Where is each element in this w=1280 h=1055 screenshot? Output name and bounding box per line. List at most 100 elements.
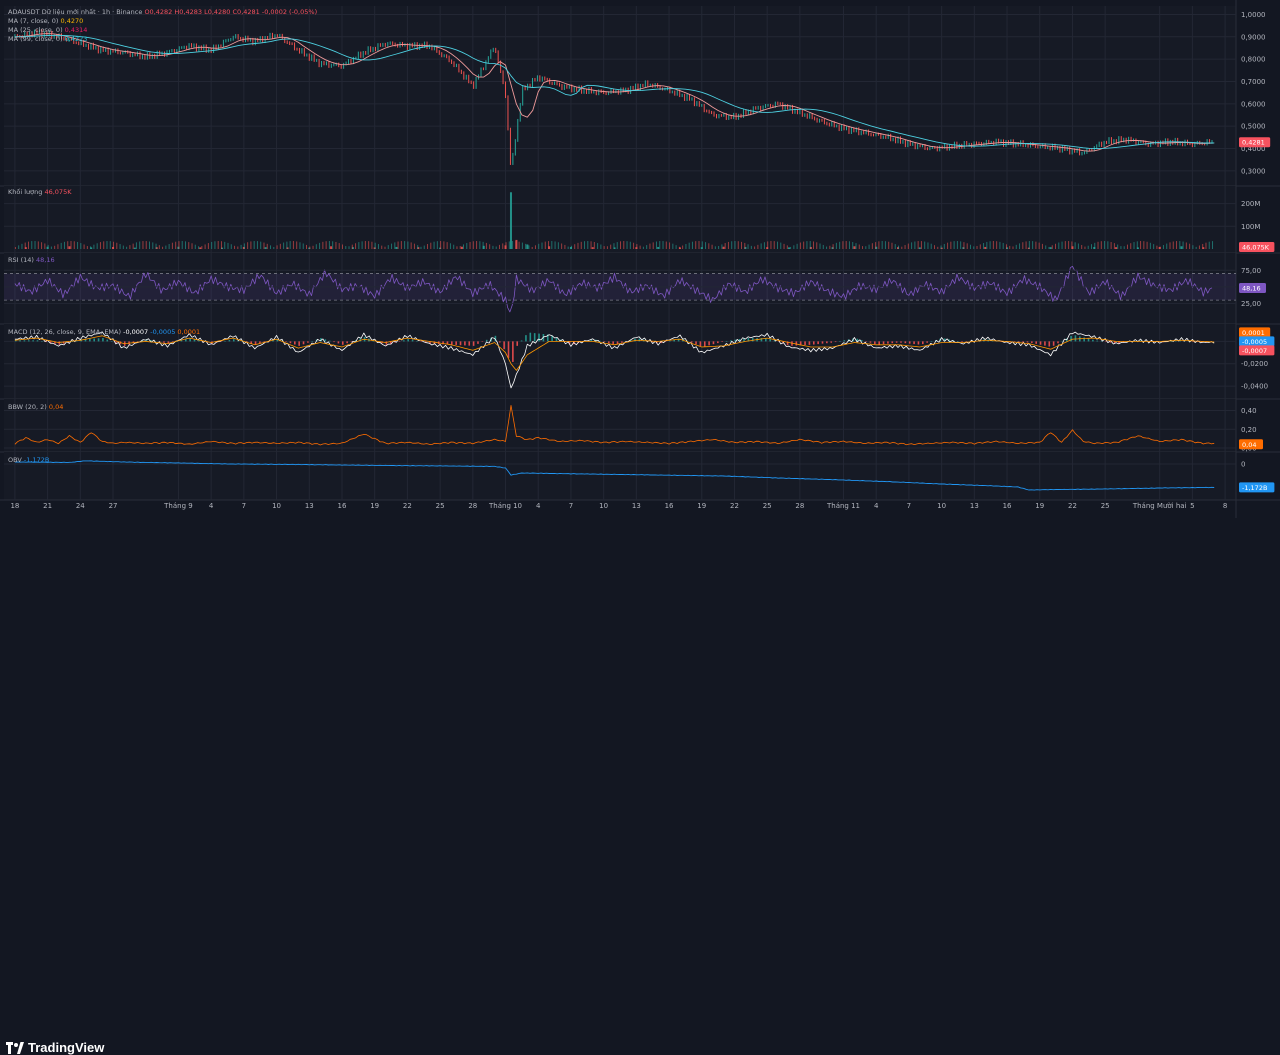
volume-bar xyxy=(829,245,831,249)
x-tick-label: 4 xyxy=(536,502,541,510)
price-legend-ma: MA (25, close, 0) 0,4314 xyxy=(8,26,87,34)
volume-bar xyxy=(374,242,376,249)
volume-bar xyxy=(505,242,507,249)
volume-bar xyxy=(289,241,291,249)
volume-bar xyxy=(201,246,203,249)
volume-bar xyxy=(234,245,236,249)
volume-bar xyxy=(436,241,438,249)
volume-bar xyxy=(482,241,484,249)
obv-last-badge: -1,172B xyxy=(1239,482,1275,493)
macd-histogram-bar xyxy=(874,341,876,345)
macd-histogram-bar xyxy=(32,340,34,342)
macd-legend-text: MACD (12, 26, close, 9, EMA, EMA) -0,000… xyxy=(8,328,200,336)
macd-histogram-bar xyxy=(612,341,614,345)
volume-bar xyxy=(616,242,618,249)
volume-bar xyxy=(427,244,429,249)
macd-histogram-bar xyxy=(420,341,423,342)
volume-bar xyxy=(273,246,275,249)
macd-histogram-bar xyxy=(695,341,697,345)
volume-bar xyxy=(417,245,419,249)
volume-bar xyxy=(855,243,857,249)
volume-bar xyxy=(214,241,216,249)
rsi-y-tick: 25,00 xyxy=(1241,300,1261,308)
volume-bar xyxy=(914,241,916,249)
volume-bar xyxy=(780,242,782,249)
x-tick-label: 13 xyxy=(632,502,641,510)
x-tick-label: 22 xyxy=(1068,502,1077,510)
x-tick-label: 7 xyxy=(907,502,911,510)
macd-histogram-bar xyxy=(455,341,457,345)
volume-bar xyxy=(763,242,765,249)
volume-bar xyxy=(149,241,151,249)
volume-bar xyxy=(377,244,379,249)
volume-bar xyxy=(430,242,432,249)
volume-bar xyxy=(358,242,360,249)
volume-bar xyxy=(858,244,860,249)
chart-canvas[interactable]: 1,0000 0,9000 0,8000 0,7000 0,6000 0,5000 0,40… xyxy=(0,0,1280,518)
macd-histogram-bar xyxy=(1170,341,1173,342)
volume-bar xyxy=(701,241,703,249)
volume-bar xyxy=(247,242,249,249)
volume-last-badge: 46,075K xyxy=(1239,242,1275,252)
macd-histogram-bar xyxy=(398,341,401,342)
volume-bar xyxy=(1104,241,1106,249)
volume-bar xyxy=(1123,246,1125,249)
macd-histogram-bar xyxy=(472,341,475,346)
volume-bar xyxy=(433,241,435,249)
macd-histogram-bar xyxy=(533,333,536,342)
volume-bar xyxy=(1133,242,1135,249)
macd-histogram-bar xyxy=(699,341,702,347)
volume-bar xyxy=(639,245,641,249)
volume-bar xyxy=(1166,243,1168,249)
volume-bar xyxy=(126,246,128,249)
macd-badge-text: 0,0001 xyxy=(1242,329,1265,337)
price-legend-ma-part: 0,4223 xyxy=(63,35,88,43)
volume-bar xyxy=(1077,243,1079,249)
volume-bar xyxy=(109,241,111,249)
volume-bar xyxy=(508,241,510,249)
macd-histogram-bar xyxy=(891,341,894,344)
macd-badge: 0,0001 xyxy=(1239,327,1271,338)
volume-bar xyxy=(460,246,463,249)
volume-bar xyxy=(655,241,657,249)
volume-bar xyxy=(544,241,546,249)
macd-histogram-bar xyxy=(481,341,484,342)
volume-last-badge-text: 46,075K xyxy=(1242,244,1270,252)
volume-bar xyxy=(256,241,258,249)
volume-bar xyxy=(969,244,971,249)
volume-bar xyxy=(198,246,200,249)
bbw-y-tick: 0,20 xyxy=(1241,426,1257,434)
macd-histogram-bar xyxy=(1096,340,1099,342)
macd-histogram-bar xyxy=(1087,338,1090,342)
tradingview-logo[interactable]: TradingView xyxy=(6,1040,104,1055)
volume-bar xyxy=(1064,241,1066,249)
chart-container[interactable]: 1,0000 0,9000 0,8000 0,7000 0,6000 0,5000 0,40… xyxy=(0,0,1280,546)
volume-bar xyxy=(512,241,514,249)
macd-badge-text: -0,0005 xyxy=(1242,338,1267,346)
macd-histogram-bar xyxy=(1044,341,1046,346)
macd-histogram-bar xyxy=(294,341,296,345)
volume-y-tick: 100M xyxy=(1241,223,1260,231)
volume-bar xyxy=(1149,242,1151,249)
volume-bar xyxy=(884,241,886,249)
volume-bar xyxy=(591,247,594,249)
macd-histogram-bar xyxy=(1070,335,1072,342)
volume-bar xyxy=(806,241,808,249)
macd-histogram-bar xyxy=(285,341,287,342)
volume-bar xyxy=(1182,241,1184,249)
price-legend-main-part: C0,4281 xyxy=(230,8,259,16)
volume-bar xyxy=(90,246,92,249)
volume-bar xyxy=(99,242,101,249)
volume-bar xyxy=(466,243,468,249)
macd-histogram-bar xyxy=(708,341,710,346)
bbw-last-badge: 0,04 xyxy=(1239,439,1263,450)
volume-bar xyxy=(983,243,985,249)
volume-bar xyxy=(960,241,962,249)
macd-histogram-bar xyxy=(416,340,418,342)
volume-bar xyxy=(384,246,386,249)
volume-bar xyxy=(139,241,141,249)
rsi-last-badge: 48,16 xyxy=(1239,283,1266,294)
macd-histogram-bar xyxy=(538,333,540,342)
volume-bar xyxy=(1195,246,1197,249)
volume-bar xyxy=(976,245,978,249)
